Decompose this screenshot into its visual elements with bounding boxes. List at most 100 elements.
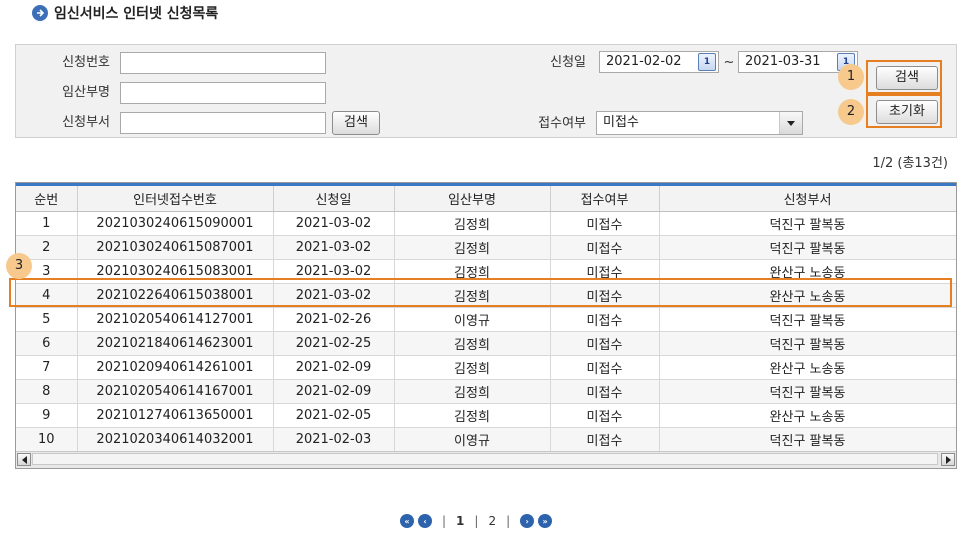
cell-status: 미접수 [550,235,660,260]
col-header-receipt-number[interactable]: 인터넷접수번호 [77,186,274,212]
receipt-select-value: 미접수 [603,115,639,130]
cell-status: 미접수 [550,403,660,428]
cell-dept: 완산구 노송동 [659,355,956,380]
reset-button[interactable]: 초기화 [876,100,938,124]
cell-receipt-number: 2021020340614032001 [77,427,274,452]
cell-dept: 완산구 노송동 [659,403,956,428]
step-marker-2: 2 [838,99,864,125]
cell-date: 2021-02-03 [273,427,395,452]
search-panel: 신청번호 임산부명 신청부서 검색 신청일 2021-02-02 1 ~ 202… [15,44,957,138]
receipt-select[interactable]: 미접수 [596,111,803,135]
col-header-mother-name[interactable]: 임산부명 [394,186,551,212]
step-marker-3: 3 [6,253,32,279]
table-header-row: 순번 인터넷접수번호 신청일 임산부명 접수여부 신청부서 [16,186,956,212]
result-count: 1/2 (총13건) [872,156,948,171]
cell-mother-name: 김정희 [394,211,551,236]
pager-separator: | [474,514,479,528]
application-no-label: 신청번호 [62,55,110,70]
cell-dept: 완산구 노송동 [659,259,956,284]
cell-dept: 덕진구 팔복동 [659,331,956,356]
cell-receipt-number: 2021012740613650001 [77,403,274,428]
dept-search-button[interactable]: 검색 [332,111,380,135]
cell-dept: 완산구 노송동 [659,283,956,308]
col-header-date[interactable]: 신청일 [273,186,395,212]
cell-no: 7 [16,355,78,380]
cell-date: 2021-02-09 [273,379,395,404]
cell-mother-name: 김정희 [394,235,551,260]
cell-mother-name: 김정희 [394,331,551,356]
table-row[interactable]: 2 2021030240615087001 2021-03-02 김정희 미접수… [16,235,956,260]
table-row[interactable]: 4 2021022640615038001 2021-03-02 김정희 미접수… [16,283,956,308]
cell-status: 미접수 [550,355,660,380]
table-row[interactable]: 8 2021020540614167001 2021-02-09 김정희 미접수… [16,379,956,404]
date-label: 신청일 [550,55,586,70]
receipt-label: 접수여부 [538,116,586,131]
page-title: 임신서비스 인터넷 신청목록 [54,6,219,22]
cell-dept: 덕진구 팔복동 [659,379,956,404]
col-header-no[interactable]: 순번 [16,186,78,212]
cell-date: 2021-03-02 [273,211,395,236]
pager-separator: | [506,514,511,528]
cell-mother-name: 김정희 [394,355,551,380]
cell-receipt-number: 2021022640615038001 [77,283,274,308]
cell-date: 2021-03-02 [273,283,395,308]
mother-name-input[interactable] [120,82,326,104]
cell-status: 미접수 [550,307,660,332]
cell-receipt-number: 2021021840614623001 [77,331,274,356]
page-1-link[interactable]: 1 [456,514,464,528]
cell-mother-name: 김정희 [394,403,551,428]
next-page-icon[interactable]: › [520,514,535,528]
cell-date: 2021-02-09 [273,355,395,380]
calendar-icon[interactable]: 1 [698,53,716,71]
cell-status: 미접수 [550,379,660,404]
cell-dept: 덕진구 팔복동 [659,427,956,452]
table-row[interactable]: 10 2021020340614032001 2021-02-03 이영규 미접… [16,427,956,452]
cell-no: 10 [16,427,78,452]
step-marker-1: 1 [838,64,864,90]
page-2-link[interactable]: 2 [488,514,496,528]
col-header-dept[interactable]: 신청부서 [659,186,956,212]
first-page-icon[interactable]: « [400,514,414,528]
mother-name-label: 임산부명 [62,85,110,100]
cell-no: 9 [16,403,78,428]
last-page-icon[interactable]: » [538,514,553,528]
cell-mother-name: 김정희 [394,379,551,404]
cell-dept: 덕진구 팔복동 [659,307,956,332]
cell-status: 미접수 [550,211,660,236]
table-row[interactable]: 1 2021030240615090001 2021-03-02 김정희 미접수… [16,211,956,236]
cell-receipt-number: 2021020940614261001 [77,355,274,380]
cell-dept: 덕진구 팔복동 [659,235,956,260]
pagination: « ‹ | 1 | 2 | › » [400,512,553,530]
date-separator: ~ [723,55,735,70]
scroll-left-icon[interactable] [17,453,31,466]
dept-input[interactable] [120,112,326,134]
cell-date: 2021-03-02 [273,259,395,284]
table-row[interactable]: 3 2021030240615083001 2021-03-02 김정희 미접수… [16,259,956,284]
dept-label: 신청부서 [62,115,110,130]
cell-receipt-number: 2021020540614167001 [77,379,274,404]
cell-date: 2021-03-02 [273,235,395,260]
scroll-right-icon[interactable] [941,453,955,466]
col-header-receipt-status[interactable]: 접수여부 [550,186,660,212]
cell-no: 8 [16,379,78,404]
cell-no: 5 [16,307,78,332]
table-row[interactable]: 6 2021021840614623001 2021-02-25 김정희 미접수… [16,331,956,356]
pager-separator: | [442,514,447,528]
search-button[interactable]: 검색 [876,66,938,90]
table-row[interactable]: 9 2021012740613650001 2021-02-05 김정희 미접수… [16,403,956,428]
chevron-down-icon[interactable] [779,112,802,134]
cell-no: 6 [16,331,78,356]
cell-mother-name: 김정희 [394,283,551,308]
cell-no: 1 [16,211,78,236]
table-row[interactable]: 5 2021020540614127001 2021-02-26 이영규 미접수… [16,307,956,332]
cell-mother-name: 이영규 [394,307,551,332]
cell-date: 2021-02-25 [273,331,395,356]
cell-status: 미접수 [550,427,660,452]
cell-receipt-number: 2021020540614127001 [77,307,274,332]
scrollbar-thumb[interactable] [32,453,938,465]
table-row[interactable]: 7 2021020940614261001 2021-02-09 김정희 미접수… [16,355,956,380]
application-no-input[interactable] [120,52,326,74]
cell-receipt-number: 2021030240615087001 [77,235,274,260]
horizontal-scrollbar[interactable] [16,451,956,468]
prev-page-icon[interactable]: ‹ [418,514,432,528]
